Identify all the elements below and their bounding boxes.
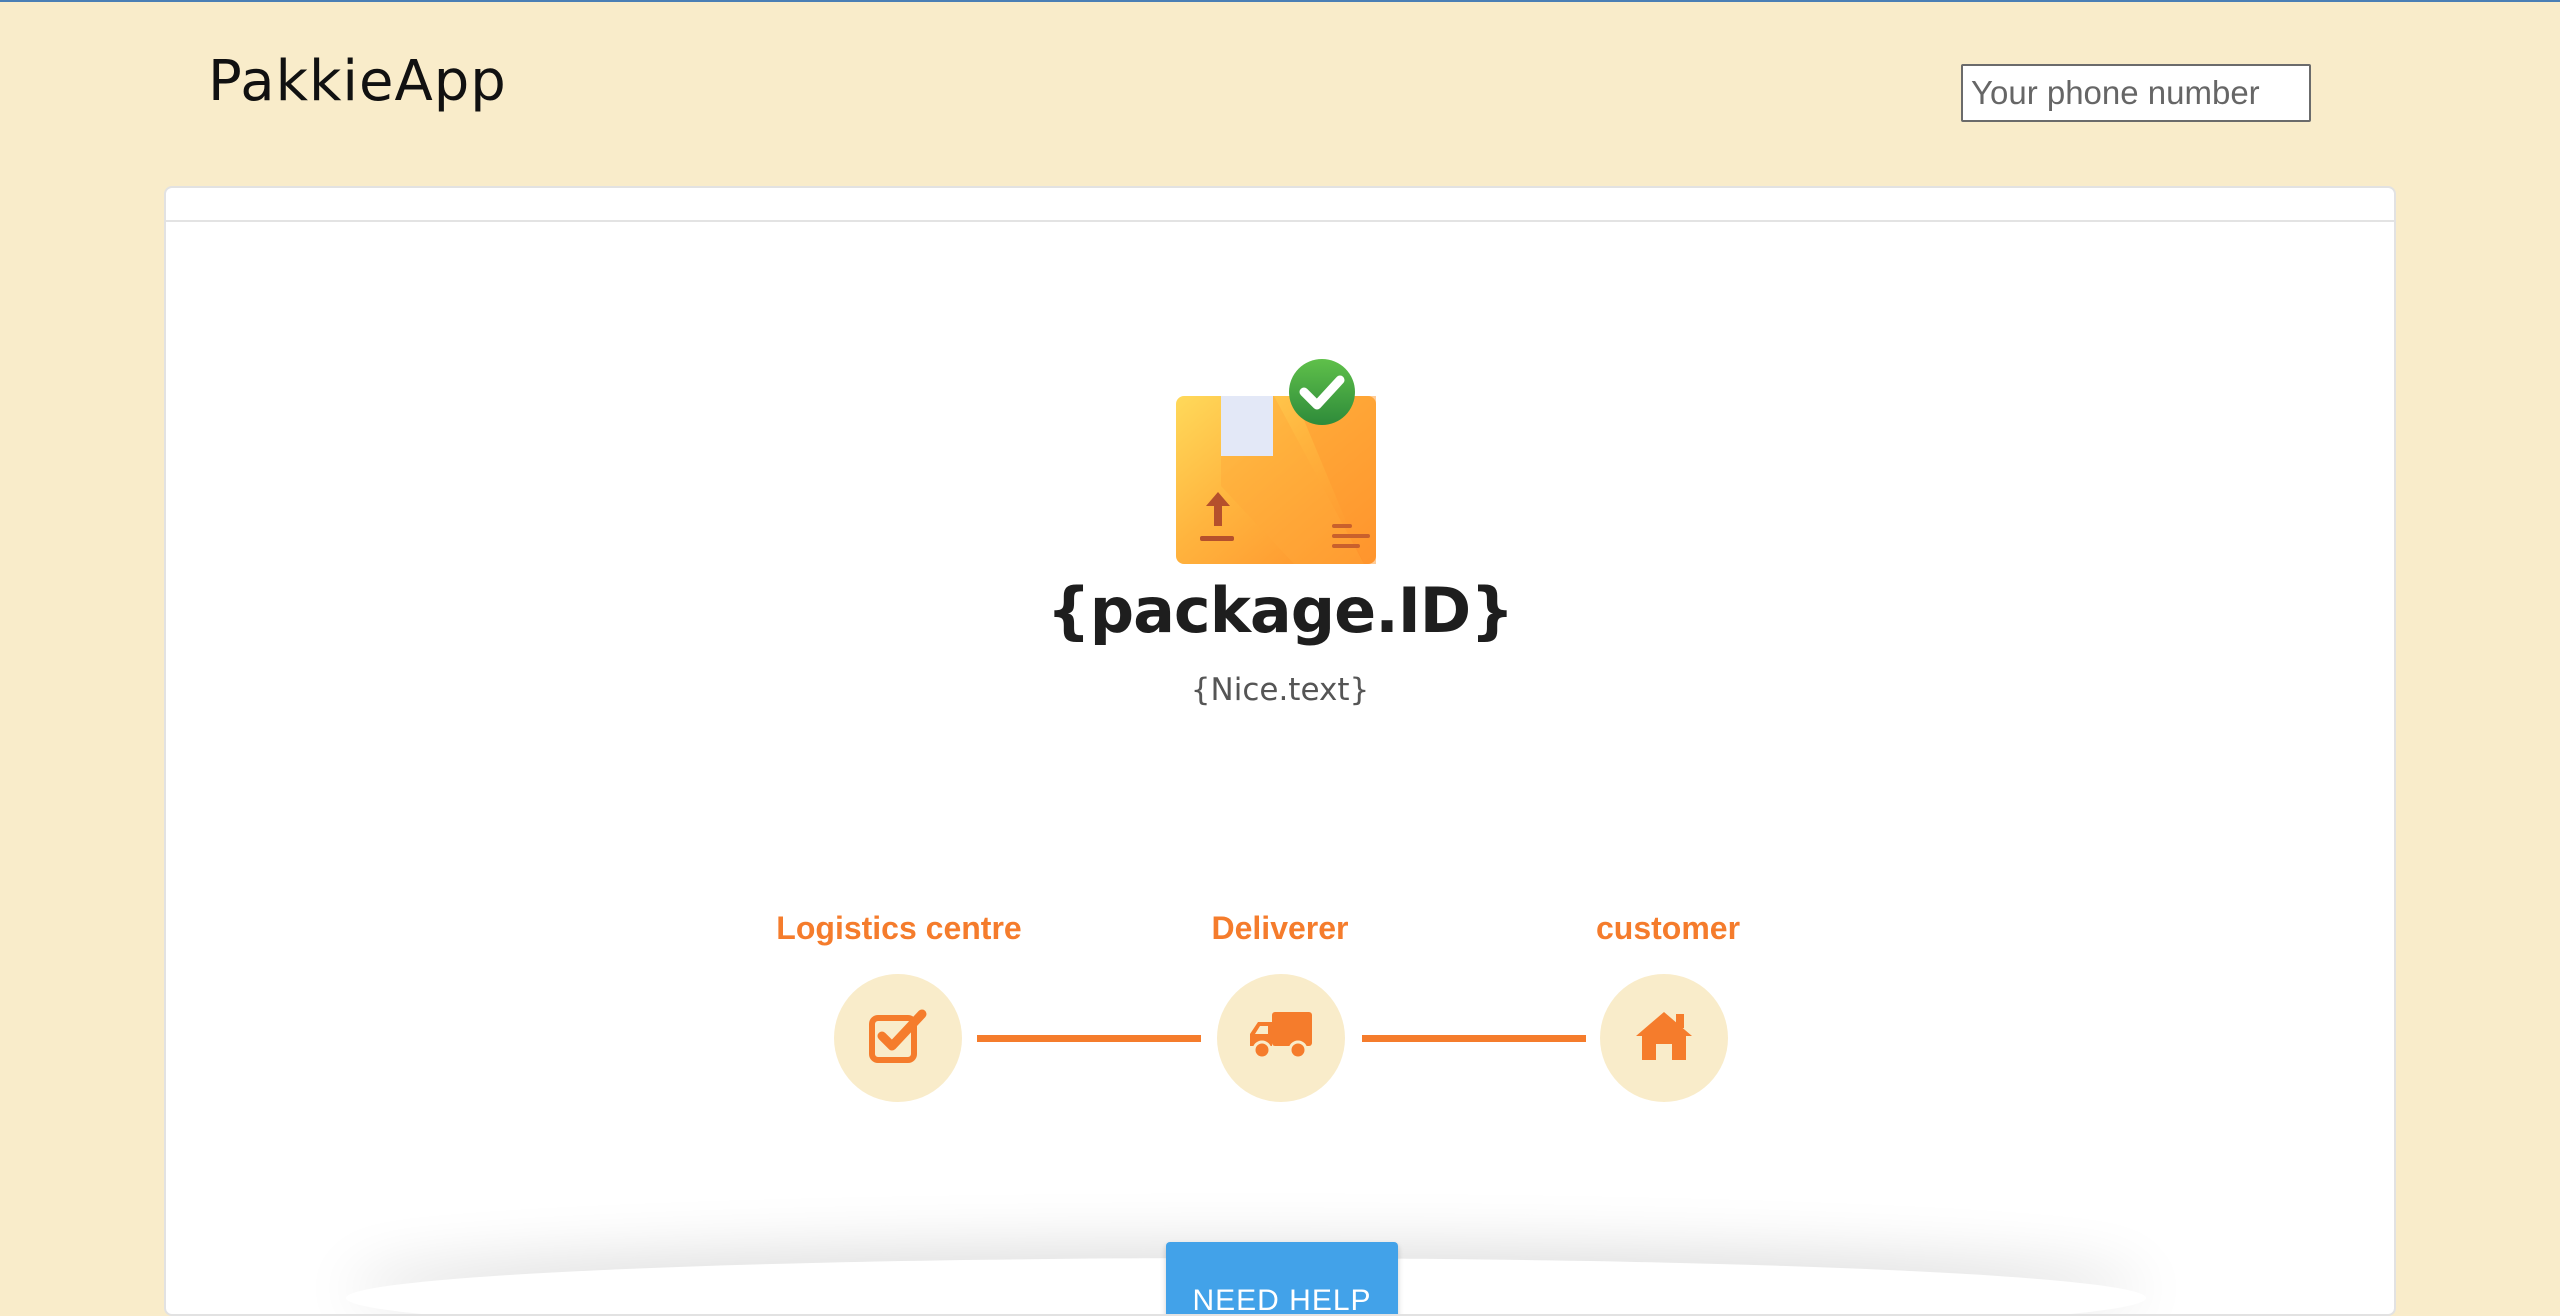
phone-number-input[interactable] — [1961, 64, 2311, 122]
step-label-logistics-centre: Logistics centre — [776, 910, 1022, 946]
step-logistics-centre — [834, 974, 962, 1102]
step-deliverer — [1217, 974, 1345, 1102]
step-customer — [1600, 974, 1728, 1102]
home-icon — [1634, 1010, 1694, 1067]
step-connector-1 — [977, 1035, 1201, 1042]
step-connector-2 — [1362, 1035, 1586, 1042]
app-title: PakkieApp — [208, 49, 507, 114]
truck-icon — [1248, 1010, 1314, 1067]
package-card: {package.ID} {Nice.text} Logistics centr… — [164, 186, 2396, 1316]
package-id: {package.ID} — [1046, 574, 1515, 647]
checkbox-icon — [868, 1008, 928, 1069]
package-delivered-icon — [1174, 356, 1384, 566]
step-label-deliverer: Deliverer — [1211, 910, 1349, 946]
need-help-button[interactable]: NEED HELP — [1166, 1242, 1398, 1314]
card-header — [166, 188, 2394, 222]
package-subtitle: {Nice.text} — [1190, 672, 1370, 708]
step-label-customer: customer — [1595, 910, 1741, 946]
